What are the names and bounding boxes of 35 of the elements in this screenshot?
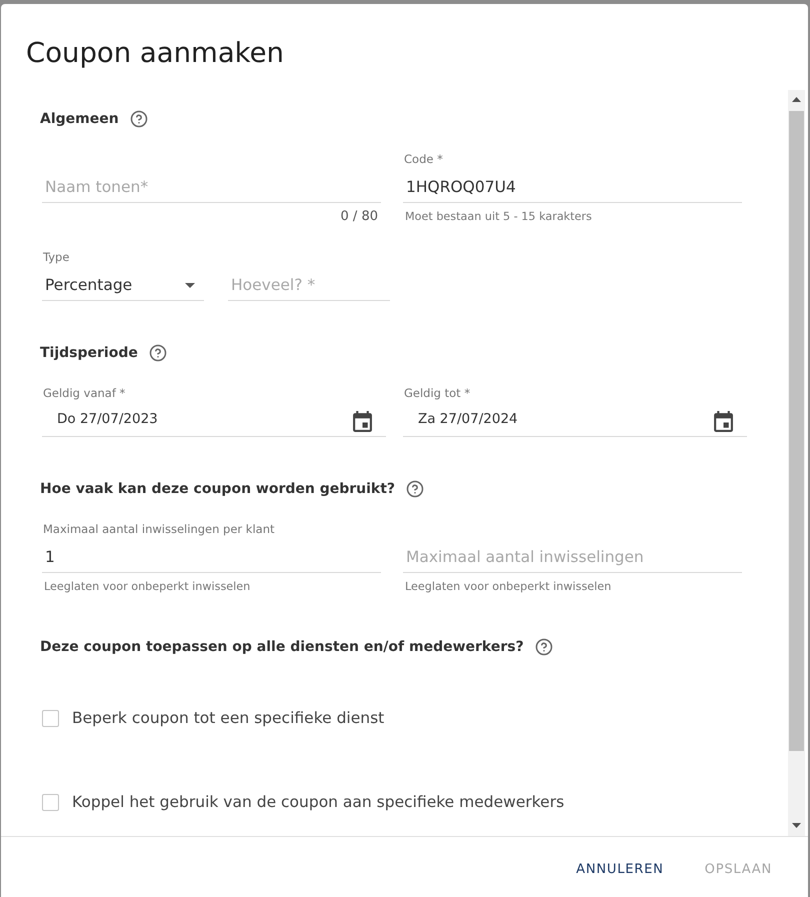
section-heading: Deze coupon toepassen op alle diensten en/of medewerkers? (40, 638, 524, 657)
input-field[interactable]: 1 (42, 542, 381, 573)
scrollbar-track[interactable] (788, 90, 805, 836)
helper-text: Leeglaten voor onbeperkt inwisselen (404, 579, 612, 595)
checkbox[interactable] (42, 794, 59, 810)
field-label: Maximaal aantal inwisselingen per klant (42, 521, 275, 537)
checkbox-label[interactable]: Koppel het gebruik van de coupon aan specifieke medewerkers (72, 792, 564, 812)
scroll-down-icon[interactable] (792, 823, 801, 828)
name-field[interactable]: Naam tonen* (42, 172, 381, 203)
helper-text: Moet bestaan uit 5 - 15 karakters (404, 209, 592, 225)
section-heading: Hoe vaak kan deze coupon worden gebruikt? (40, 480, 396, 499)
date-field[interactable]: Geldig vanaf * Do 27/07/2023 (42, 385, 386, 437)
helper-text: Leeglaten voor onbeperkt inwisselen (43, 579, 250, 595)
character-counter: 0 / 80 (340, 209, 379, 225)
dialog-title: Coupon aanmaken (25, 36, 285, 71)
caret-icon[interactable] (185, 282, 195, 288)
footer-button[interactable]: ANNULEREN (568, 851, 672, 887)
help-icon[interactable] (130, 110, 148, 128)
date-field[interactable]: Geldig tot * Za 27/07/2024 (403, 385, 747, 437)
calendar-icon[interactable] (353, 410, 372, 432)
help-icon[interactable] (534, 638, 553, 656)
checkbox[interactable] (42, 710, 59, 726)
help-icon[interactable] (406, 480, 424, 498)
calendar-icon[interactable] (714, 410, 733, 432)
amount-field[interactable]: Hoeveel? * (228, 270, 390, 301)
section-heading: Tijdsperiode (40, 344, 138, 363)
help-icon[interactable] (148, 344, 167, 362)
field-label: Code * (403, 151, 443, 167)
scrollbar-thumb[interactable] (789, 111, 804, 751)
type-select[interactable]: Type Percentage (42, 249, 204, 301)
checkbox-label[interactable]: Beperk coupon tot een specifieke dienst (72, 708, 384, 728)
scroll-up-icon[interactable] (792, 97, 801, 102)
section-heading: Algemeen (40, 110, 119, 129)
code-field[interactable]: 1HQROQ07U4 (403, 172, 742, 203)
input-field[interactable]: Maximaal aantal inwisselingen (403, 542, 742, 573)
